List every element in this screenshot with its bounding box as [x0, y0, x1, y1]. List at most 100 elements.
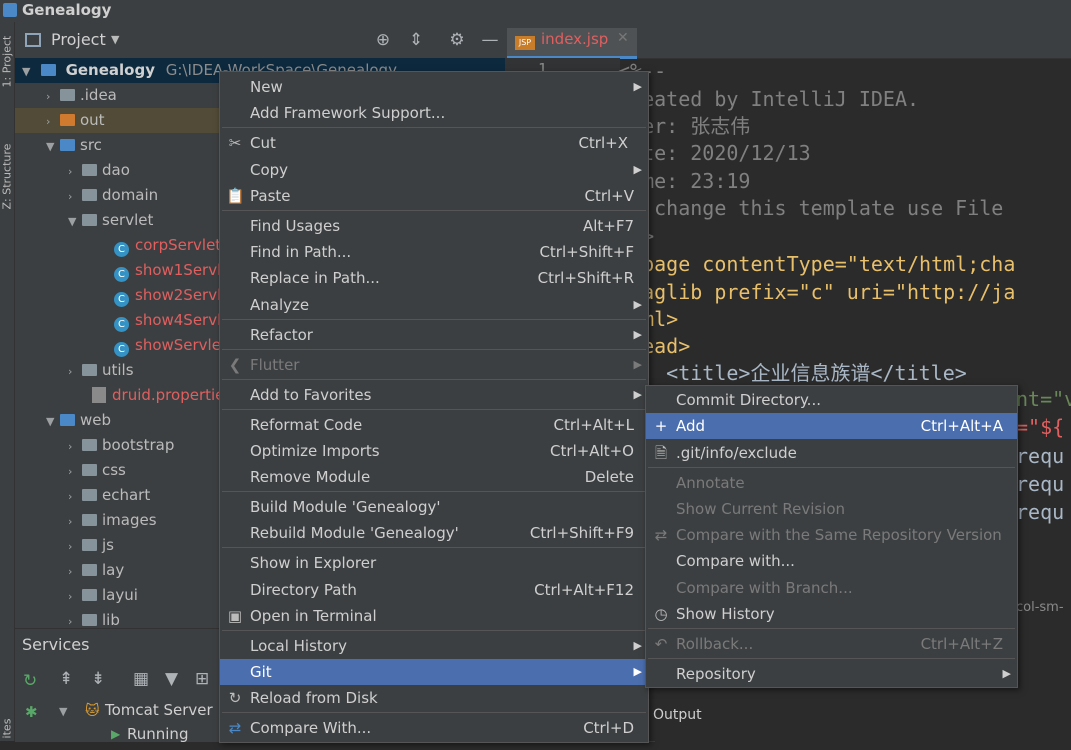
menu-item-add-to-favorites[interactable]: Add to Favorites ▶ — [220, 382, 648, 408]
tree-item-idea[interactable]: › .idea — [46, 83, 117, 108]
undo-icon: ↶ — [654, 635, 668, 653]
tree-item-class[interactable]: CcorpServlet — [114, 233, 221, 258]
tree-item-src[interactable]: ▼ src — [46, 133, 102, 158]
chevron-down-icon[interactable]: ▼ — [59, 705, 67, 718]
collapse-all-icon[interactable]: ⇕ — [406, 30, 426, 50]
menu-item-compare-with[interactable]: ⇄ Compare With... Ctrl+D — [220, 715, 648, 741]
menu-item-local-history[interactable]: Local History ▶ — [220, 633, 648, 659]
code-fragment: requ — [1016, 444, 1065, 468]
group-icon[interactable]: ▦ — [133, 669, 149, 689]
git-compare-with-branch: Compare with Branch... — [676, 579, 853, 597]
tree-item-layui[interactable]: › layui — [68, 583, 138, 608]
source-folder-icon — [60, 139, 75, 151]
structure-tool-tab[interactable]: Z: Structure — [1, 144, 14, 210]
tomcat-icon: 🐱 — [85, 703, 100, 719]
plus-icon: + — [654, 417, 668, 435]
menu-item-analyze[interactable]: Analyze ▶ — [220, 292, 648, 318]
menu-item-reload-from-disk[interactable]: ↻ Reload from Disk — [220, 685, 648, 711]
module-folder-icon — [40, 64, 56, 76]
output-label[interactable]: Output — [653, 707, 702, 723]
tree-item-utils[interactable]: › utils — [68, 358, 134, 383]
menu-item-reformat-code[interactable]: Reformat Code Ctrl+Alt+L — [220, 412, 648, 438]
services-title: Services — [22, 635, 90, 654]
chevron-down-icon[interactable]: ▼ — [22, 59, 36, 84]
tree-item-out[interactable]: › out — [46, 108, 105, 133]
folder-icon — [82, 464, 97, 476]
project-view-label[interactable]: Project — [51, 30, 106, 49]
collapse-all-icon[interactable]: ⇟ — [91, 669, 105, 689]
tomcat-server-label[interactable]: Tomcat Server — [105, 701, 213, 719]
tree-item-class[interactable]: Cshow1Servl — [114, 258, 221, 283]
editor-breadcrumb[interactable]: col-sm- — [1016, 600, 1064, 615]
tree-item-dao[interactable]: › dao — [68, 158, 130, 183]
minimize-icon[interactable]: — — [480, 30, 500, 50]
tree-item-bootstrap[interactable]: › bootstrap — [68, 433, 174, 458]
tree-item-class[interactable]: CshowServle — [114, 333, 221, 358]
menu-item-add-framework[interactable]: Add Framework Support... — [220, 100, 648, 126]
menu-item-new[interactable]: New ▶ — [220, 74, 648, 100]
menu-item-rebuild-module[interactable]: Rebuild Module 'Genealogy' Ctrl+Shift+F9 — [220, 520, 648, 546]
git-repository[interactable]: Repository ▶ — [646, 661, 1017, 687]
code-line: Created by IntelliJ IDEA. — [618, 87, 920, 111]
folder-icon — [82, 539, 97, 551]
class-icon: C — [114, 317, 129, 332]
submenu-arrow-icon: ▶ — [633, 665, 642, 678]
menu-item-refactor[interactable]: Refactor ▶ — [220, 322, 648, 348]
gear-icon[interactable]: ⚙ — [447, 30, 467, 50]
chevron-down-icon[interactable]: ▼ — [111, 33, 119, 46]
menu-item-optimize-imports[interactable]: Optimize Imports Ctrl+Alt+O — [220, 438, 648, 464]
code-fragment: requ — [1016, 472, 1065, 496]
folder-icon — [60, 114, 75, 126]
project-panel-header: Project ▼ ⊕ ⇕ ⚙ — — [15, 28, 505, 54]
locate-icon[interactable]: ⊕ — [373, 30, 393, 50]
bottom-tool-tab[interactable]: ites — [1, 708, 14, 750]
tab-label: index.jsp — [541, 30, 609, 48]
menu-item-show-in-explorer[interactable]: Show in Explorer — [220, 550, 648, 576]
menu-item-cut[interactable]: ✂ Cut Ctrl+X — [220, 130, 648, 156]
tree-item-echart[interactable]: › echart — [68, 483, 150, 508]
git-commit-directory[interactable]: Commit Directory... — [646, 387, 1017, 413]
terminal-icon: ▣ — [227, 607, 243, 625]
menu-item-replace-in-path[interactable]: Replace in Path... Ctrl+Shift+R — [220, 265, 648, 291]
submenu-arrow-icon: ▶ — [633, 298, 642, 311]
menu-item-git[interactable]: Git ▶ — [220, 659, 648, 685]
git-info-exclude[interactable]: 🗎 .git/info/exclude — [646, 440, 1017, 466]
menu-item-open-in-terminal[interactable]: ▣ Open in Terminal — [220, 603, 648, 629]
menu-item-find-usages[interactable]: Find Usages Alt+F7 — [220, 213, 648, 239]
submenu-arrow-icon: ▶ — [633, 328, 642, 341]
debug-icon[interactable]: ✱ — [25, 703, 38, 721]
git-show-history[interactable]: ◷ Show History — [646, 601, 1017, 627]
tree-item-domain[interactable]: › domain — [68, 183, 158, 208]
menu-item-remove-module[interactable]: Remove Module Delete — [220, 464, 648, 490]
menu-item-paste[interactable]: 📋 Paste Ctrl+V — [220, 183, 648, 209]
menu-item-copy[interactable]: Copy ▶ — [220, 157, 648, 183]
tree-item-js[interactable]: › js — [68, 533, 114, 558]
tree-item-lay[interactable]: › lay — [68, 558, 124, 583]
git-compare-with[interactable]: Compare with... — [646, 548, 1017, 574]
close-icon[interactable]: ✕ — [617, 30, 629, 46]
tab-index-jsp[interactable]: JSP index.jsp ✕ — [507, 28, 637, 59]
project-tool-tab[interactable]: 1: Project — [1, 36, 14, 88]
add-service-icon[interactable]: ⊞ — [195, 669, 209, 689]
menu-item-directory-path[interactable]: Directory Path Ctrl+Alt+F12 — [220, 577, 648, 603]
tree-item-web[interactable]: ▼ web — [46, 408, 111, 433]
folder-icon — [82, 589, 97, 601]
rerun-icon[interactable]: ↻ — [23, 671, 37, 691]
menu-item-build-module[interactable]: Build Module 'Genealogy' — [220, 494, 648, 520]
ignore-file-icon: 🗎 — [654, 444, 668, 462]
filter-icon[interactable]: ▼ — [165, 669, 178, 689]
tree-item-class[interactable]: Cshow2Servl — [114, 283, 221, 308]
tree-item-images[interactable]: › images — [68, 508, 157, 533]
git-show-current-revision: Show Current Revision — [676, 500, 846, 518]
menu-item-find-in-path[interactable]: Find in Path... Ctrl+Shift+F — [220, 239, 648, 265]
expand-all-icon[interactable]: ⇞ — [59, 669, 73, 689]
tree-item-class[interactable]: Cshow4Servl — [114, 308, 221, 333]
class-icon: C — [114, 242, 129, 257]
web-folder-icon — [60, 414, 75, 426]
tree-item-properties[interactable]: druid.propertie — [92, 383, 224, 408]
submenu-arrow-icon: ▶ — [633, 388, 642, 401]
tree-item-servlet[interactable]: ▼ servlet — [68, 208, 153, 233]
tree-item-css[interactable]: › css — [68, 458, 126, 483]
running-label[interactable]: Running — [127, 725, 188, 743]
git-add[interactable]: + Add Ctrl+Alt+A — [646, 413, 1017, 439]
